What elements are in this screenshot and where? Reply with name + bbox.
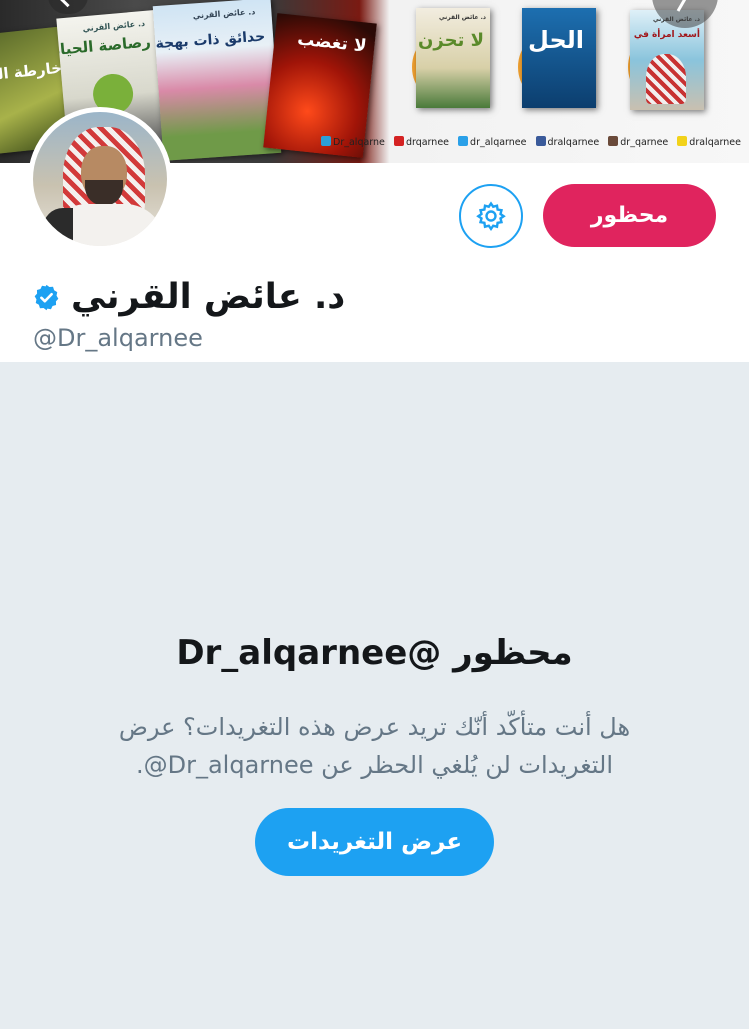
gear-icon: [476, 201, 506, 232]
book-title: رصاصة الحياة: [56, 32, 152, 60]
blocked-button[interactable]: محظور: [543, 184, 716, 247]
telegram-handle: Dr_alqarne: [333, 137, 385, 148]
blocked-message: هل أنت متأكّد أنّك تريد عرض هذه التغريدا…: [118, 713, 631, 779]
book-author: د. عائض القرني: [192, 7, 256, 21]
book-title: أسعد امرأة في العالم: [630, 30, 700, 40]
book-cover: د. عائض القرني لا تحزن: [416, 8, 490, 108]
blocked-title: محظور @Dr_alqarnee: [176, 633, 573, 673]
social-handles: Dr_alqarne drqarnee dr_alqarnee dralqarn…: [315, 136, 741, 148]
book-author: د. عائض القرني: [82, 18, 146, 34]
book-title: لا تغضب: [296, 29, 368, 57]
book-cover: الحل: [522, 8, 596, 108]
instagram-handle: dr_qarnee: [620, 137, 669, 148]
book-title: حدائق ذات بهجة: [155, 28, 266, 53]
snapchat-handle: dralqarnee: [689, 137, 741, 148]
display-name-row: د. عائض القرني: [32, 270, 345, 324]
book-author: د. عائض القرني: [438, 14, 486, 21]
twitter-handle: dr_alqarnee: [470, 137, 527, 148]
profile-header: محظور د. عائض القرني @Dr_alqarnee: [0, 107, 749, 362]
book-title: لا تحزن: [418, 30, 484, 51]
verified-badge-icon: [34, 284, 59, 310]
avatar-bisht: [43, 208, 73, 246]
display-name: د. عائض القرني: [71, 277, 346, 317]
back-button[interactable]: [48, 0, 88, 14]
settings-button[interactable]: [459, 184, 523, 248]
avatar[interactable]: [28, 107, 172, 251]
view-tweets-button[interactable]: عرض التغريدات: [255, 808, 494, 876]
book-cover: د. عائض القرني حدائق ذات بهجة: [152, 0, 282, 161]
youtube-handle: drqarnee: [405, 137, 450, 148]
book-title: خارطة الطريق: [0, 58, 63, 88]
facebook-handle: dralqarnee: [547, 137, 600, 148]
book-title: الحل: [528, 26, 584, 54]
profile-handle: @Dr_alqarnee: [33, 324, 203, 352]
